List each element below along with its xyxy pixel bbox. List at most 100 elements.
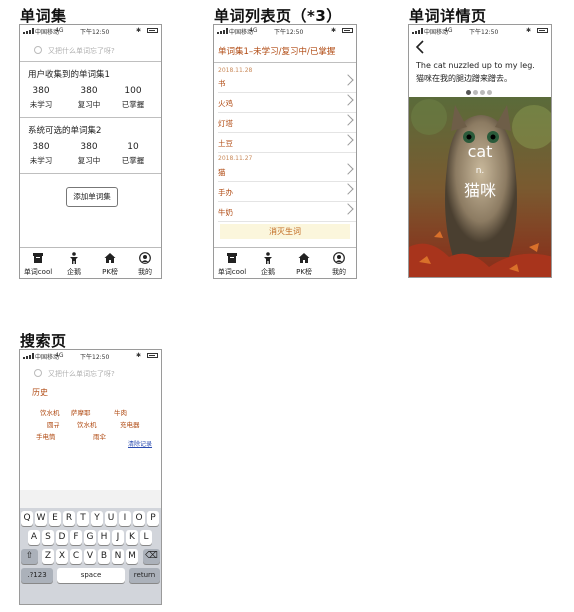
list-item[interactable]: 手办 (218, 181, 356, 202)
network-label: 4G (249, 27, 258, 34)
list-item[interactable]: 书 (218, 72, 356, 93)
part-of-speech: n. (475, 166, 485, 176)
history-item[interactable]: 充电器 (120, 419, 140, 429)
key[interactable]: S (42, 530, 54, 545)
search-input[interactable]: 又把什么单词忘了呀? (26, 366, 155, 382)
example-sentence-zh: 猫咪在我的腿边蹭来蹭去。 (416, 74, 512, 83)
key[interactable]: Y (91, 511, 103, 526)
tab-me[interactable]: 我的 (321, 248, 356, 278)
bluetooth-icon: ✱ (330, 27, 336, 34)
add-wordbook-button[interactable]: 添加单词集 (66, 187, 118, 207)
signal-icon (217, 28, 229, 34)
tab-wordcool[interactable]: 单词cool (20, 248, 56, 278)
list-item[interactable]: 猫 (218, 161, 356, 182)
key[interactable]: D (56, 530, 68, 545)
network-label: 4G (55, 27, 64, 34)
back-arrow-icon[interactable] (415, 40, 425, 54)
time-label: 下午12:50 (469, 29, 499, 36)
tab-penguin[interactable]: 企鹅 (56, 248, 92, 278)
status-bar: 中国移动 4G 下午12:50 ✱ (20, 350, 161, 362)
key[interactable]: E (49, 511, 61, 526)
example-sentence-en: The cat nuzzled up to my leg. (416, 61, 535, 70)
divider (214, 62, 356, 63)
key[interactable]: X (56, 549, 68, 564)
space-key[interactable]: space (57, 568, 125, 583)
history-item[interactable]: 雨伞 (93, 431, 106, 441)
list-item[interactable]: 牛奶 (218, 201, 356, 222)
search-placeholder: 又把什么单词忘了呀? (48, 370, 115, 378)
list-item[interactable]: 火鸡 (218, 92, 356, 113)
bluetooth-icon: ✱ (135, 352, 141, 359)
key[interactable]: C (70, 549, 82, 564)
clear-history-link[interactable]: 清除记录 (128, 439, 152, 448)
user-icon (139, 252, 151, 264)
chevron-right-icon (342, 114, 354, 126)
key[interactable]: P (147, 511, 159, 526)
key[interactable]: L (140, 530, 152, 545)
word-meaning: 猫咪 (463, 181, 496, 200)
chevron-right-icon (342, 183, 354, 195)
wordbook-card-system[interactable]: 系统可选的单词集2 380 未学习 380 复习中 10 已掌握 (20, 117, 161, 173)
tab-penguin[interactable]: 企鹅 (250, 248, 286, 278)
key[interactable]: T (77, 511, 89, 526)
backspace-key[interactable]: ⌫ (143, 549, 160, 564)
chevron-right-icon (342, 163, 354, 175)
spacer-area (20, 490, 161, 510)
search-icon (34, 369, 42, 377)
key[interactable]: H (98, 530, 110, 545)
search-placeholder: 又把什么单词忘了呀? (48, 47, 115, 55)
history-title: 历史 (32, 388, 48, 397)
stat-unlearned: 380 未学习 (29, 142, 53, 165)
list-item[interactable]: 土豆 (218, 132, 356, 153)
page-dot (473, 90, 478, 95)
key[interactable]: M (126, 549, 138, 564)
key[interactable]: G (84, 530, 96, 545)
wordbook-title: 用户收集到的单词集1 (28, 70, 110, 80)
history-item[interactable]: 萨摩耶 (71, 407, 91, 417)
status-bar: 中国移动 4G 下午12:50 ✱ (20, 25, 161, 37)
key[interactable]: V (84, 549, 96, 564)
page-dots (466, 90, 496, 95)
key[interactable]: I (119, 511, 131, 526)
history-item[interactable]: 手电筒 (36, 431, 56, 441)
shift-key[interactable]: ⇧ (21, 549, 38, 564)
tab-me[interactable]: 我的 (127, 248, 161, 278)
key[interactable]: Q (21, 511, 33, 526)
key[interactable]: Z (42, 549, 54, 564)
section-title-search: 搜索页 (20, 332, 67, 350)
list-item[interactable]: 灯塔 (218, 112, 356, 133)
history-item[interactable]: 圆규 (47, 419, 59, 429)
key[interactable]: A (28, 530, 40, 545)
network-label: 4G (444, 27, 453, 34)
tab-pk[interactable]: PK榜 (92, 248, 128, 278)
section-title-wordbook: 单词集 (20, 7, 67, 25)
chevron-right-icon (342, 94, 354, 106)
key[interactable]: B (98, 549, 110, 564)
key[interactable]: N (112, 549, 124, 564)
chevron-right-icon (342, 74, 354, 86)
history-item[interactable]: 饮水机 (40, 407, 60, 417)
key[interactable]: R (63, 511, 75, 526)
user-icon (333, 252, 345, 264)
key[interactable]: W (35, 511, 47, 526)
chevron-right-icon (342, 203, 354, 215)
battery-icon (537, 28, 548, 33)
history-item[interactable]: 牛肉 (114, 407, 127, 417)
search-input[interactable]: 又把什么单词忘了呀? (26, 43, 155, 59)
wordbook-card-user[interactable]: 用户收集到的单词集1 380 未学习 380 复习中 100 已掌握 (20, 61, 161, 117)
key[interactable]: U (105, 511, 117, 526)
tab-wordcool[interactable]: 单词cool (214, 248, 250, 278)
numbers-key[interactable]: .?123 (21, 568, 53, 583)
key[interactable]: F (70, 530, 82, 545)
eliminate-words-button[interactable]: 消灭生词 (220, 224, 350, 239)
history-item[interactable]: 饮水机 (77, 419, 97, 429)
tab-pk[interactable]: PK榜 (286, 248, 322, 278)
keyboard-row-2: A S D F G H J K L (28, 530, 158, 545)
home-icon (104, 253, 116, 263)
return-key[interactable]: return (129, 568, 160, 583)
key[interactable]: J (112, 530, 124, 545)
key[interactable]: K (126, 530, 138, 545)
keyboard-row-4: .?123 space return (21, 568, 161, 583)
key[interactable]: O (133, 511, 145, 526)
person-icon (70, 252, 78, 264)
